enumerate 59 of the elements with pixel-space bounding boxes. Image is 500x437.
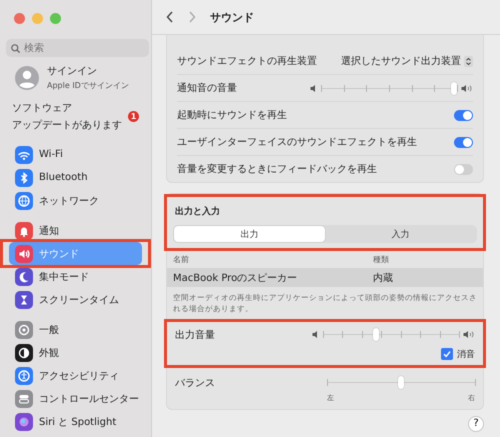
- volume-slider[interactable]: [323, 328, 459, 341]
- accessibility-icon: [17, 368, 31, 382]
- setting-label: ユーザインターフェイスのサウンドエフェクトを再生: [177, 136, 417, 149]
- sidebar-item[interactable]: Wi-Fi: [9, 143, 142, 166]
- gear-icon: [17, 322, 31, 336]
- sidebar-item[interactable]: コントロールセンター: [9, 387, 142, 410]
- setting-label: バランス: [175, 376, 215, 390]
- sidebar-item[interactable]: 外観: [9, 341, 142, 364]
- close-button[interactable]: [14, 13, 25, 24]
- page-title: サウンド: [210, 10, 254, 24]
- setting-label: 音量を変更するときにフィードバックを再生: [177, 162, 377, 176]
- toggle-switch[interactable]: [454, 164, 473, 174]
- stepper-icon: [464, 56, 473, 66]
- setting-label: サウンドエフェクトの再生装置: [177, 54, 317, 68]
- update-notice[interactable]: ソフトウェア: [12, 101, 122, 115]
- orb-icon: [17, 414, 31, 428]
- zoom-button[interactable]: [50, 13, 61, 24]
- checkmark-icon: [443, 350, 451, 358]
- segment-tab[interactable]: 出力: [174, 226, 325, 242]
- setting-label: 通知音の音量: [177, 82, 237, 95]
- back-icon: [166, 11, 174, 23]
- setting-label: 起動時にサウンドを再生: [177, 108, 287, 122]
- avatar-icon: [15, 66, 39, 90]
- setting-label: 出力音量: [175, 328, 215, 342]
- sidebar-item[interactable]: 集中モード: [9, 265, 142, 288]
- sidebar-item[interactable]: Siri と Spotlight: [9, 410, 142, 433]
- globe-icon: [17, 194, 31, 208]
- speaker-quiet-icon: [312, 330, 319, 339]
- sidebar-item[interactable]: アクセシビリティ: [9, 364, 142, 387]
- update-notice[interactable]: アップデートがあります: [12, 118, 122, 132]
- sidebar-item[interactable]: ネットワーク: [9, 189, 142, 212]
- toggle-switch[interactable]: [454, 110, 473, 120]
- account-name[interactable]: サインイン: [47, 64, 129, 78]
- checkbox[interactable]: [441, 348, 453, 360]
- sidebar-item[interactable]: 通知: [9, 219, 142, 242]
- column-header: 種類: [373, 254, 389, 265]
- section-title: 出力と入力: [174, 205, 221, 218]
- speaker-loud-icon: [461, 84, 473, 92]
- toggle-switch[interactable]: [454, 136, 473, 148]
- volume-slider[interactable]: [321, 82, 457, 94]
- moon-icon: [17, 270, 31, 284]
- segment-tab[interactable]: 入力: [325, 226, 476, 242]
- device-row[interactable]: MacBook Proのスピーカー 内蔵: [167, 268, 483, 287]
- notification-badge: 1: [128, 111, 139, 122]
- contrast-icon: [17, 346, 31, 360]
- speaker-loud-icon: [463, 330, 475, 339]
- minimize-button[interactable]: [32, 13, 43, 24]
- sidebar-item[interactable]: スクリーンタイム: [9, 288, 142, 311]
- account-subtitle: Apple IDでサインイン: [47, 80, 129, 91]
- sidebar-item[interactable]: 一般: [9, 318, 142, 341]
- balance-slider[interactable]: [327, 376, 475, 388]
- search-field[interactable]: 検索: [6, 39, 149, 57]
- checkbox-label: 消音: [457, 348, 475, 360]
- help-button[interactable]: ?: [468, 416, 484, 432]
- column-header: 名前: [173, 254, 190, 265]
- speaker-quiet-icon: [310, 84, 317, 92]
- forward-icon: [188, 11, 196, 23]
- popup-button[interactable]: 選択したサウンド出力装置: [341, 54, 473, 68]
- sidebar-item[interactable]: Bluetooth: [9, 166, 142, 189]
